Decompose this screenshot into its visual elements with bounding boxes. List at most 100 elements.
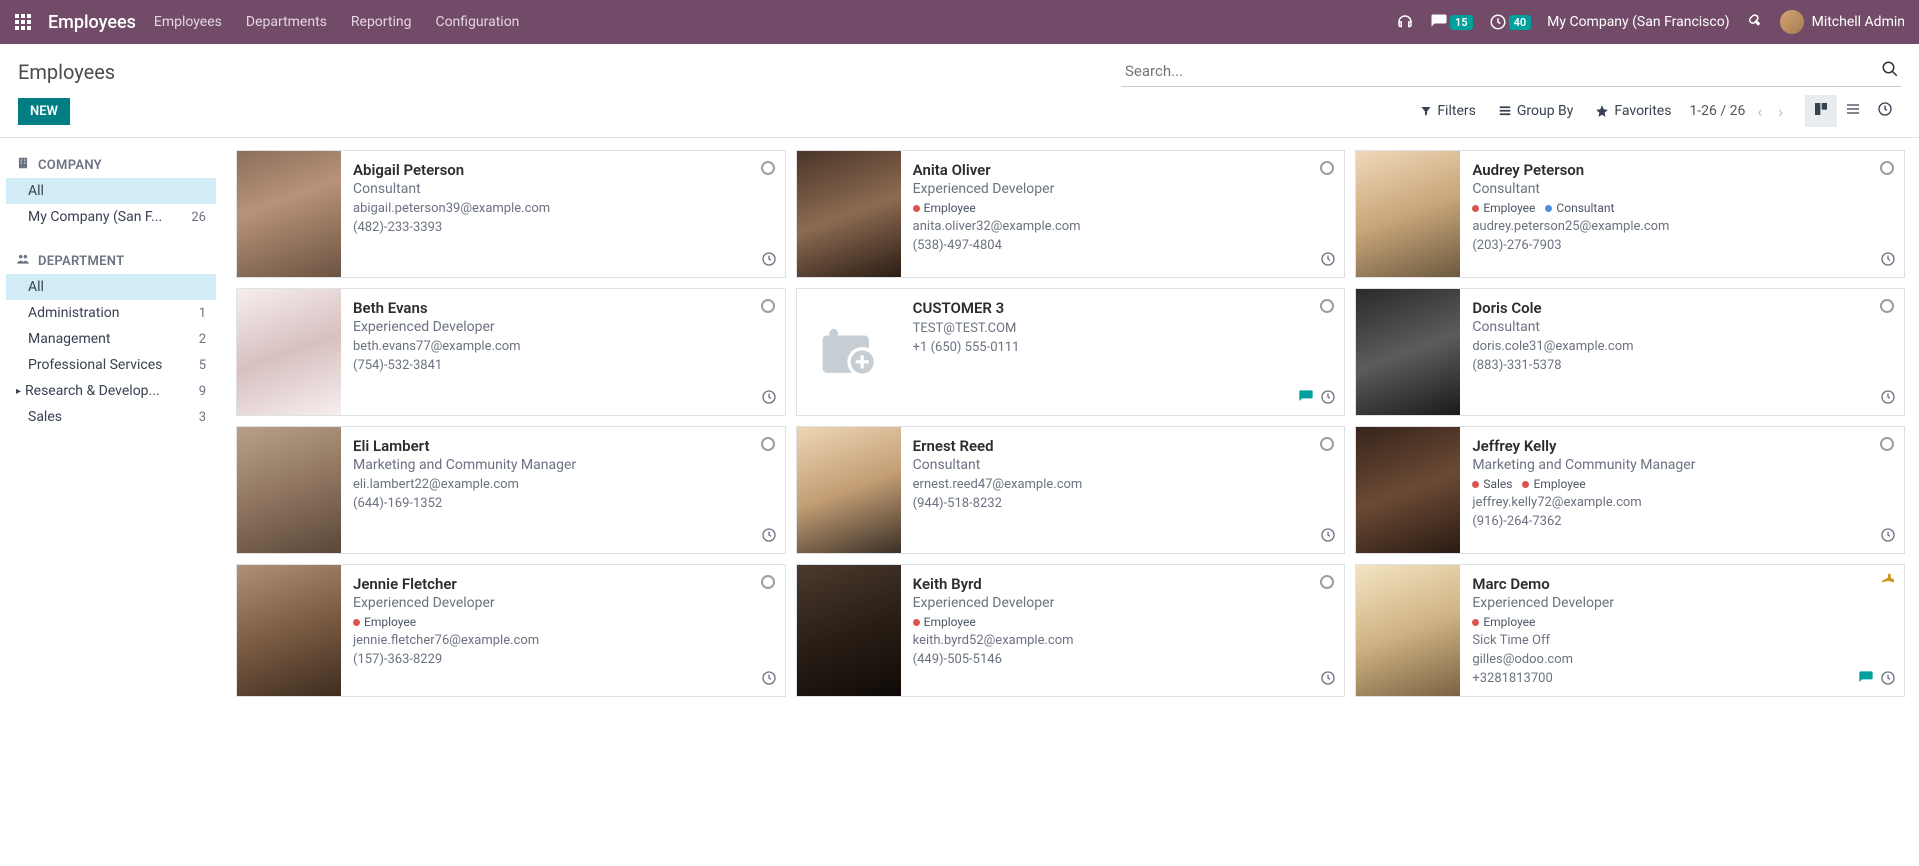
tag: Employee xyxy=(913,615,976,629)
presence-ring[interactable] xyxy=(761,575,775,589)
user-menu[interactable]: Mitchell Admin xyxy=(1780,10,1905,34)
employee-phone: +3281813700 xyxy=(1472,671,1892,686)
activity-icon[interactable] xyxy=(1880,251,1896,271)
filters-button[interactable]: Filters xyxy=(1420,103,1476,119)
employee-card[interactable]: CUSTOMER 3TEST@TEST.COM+1 (650) 555-0111 xyxy=(796,288,1346,416)
tag: Employee xyxy=(353,615,416,629)
sidebar-item[interactable]: My Company (San F...26 xyxy=(6,204,216,230)
messages-icon[interactable]: 15 xyxy=(1430,13,1473,31)
employee-email: ernest.reed47@example.com xyxy=(913,477,1333,492)
menu-configuration[interactable]: Configuration xyxy=(435,14,519,30)
employee-card[interactable]: Abigail PetersonConsultantabigail.peters… xyxy=(236,150,786,278)
card-body: Doris ColeConsultantdoris.cole31@example… xyxy=(1460,289,1904,415)
employee-job: Experienced Developer xyxy=(353,319,773,335)
employee-card[interactable]: Beth EvansExperienced Developerbeth.evan… xyxy=(236,288,786,416)
employee-card[interactable]: Keith ByrdExperienced DeveloperEmployeek… xyxy=(796,564,1346,697)
kanban-grid: Abigail PetersonConsultantabigail.peters… xyxy=(236,150,1905,697)
company-switcher[interactable]: My Company (San Francisco) xyxy=(1547,14,1729,30)
tag-label: Consultant xyxy=(1556,201,1614,215)
card-footer-icons xyxy=(761,251,777,271)
employee-name: Audrey Peterson xyxy=(1472,161,1892,179)
content-area: Abigail PetersonConsultantabigail.peters… xyxy=(222,138,1919,866)
search-bar[interactable] xyxy=(1121,56,1901,87)
search-icon[interactable] xyxy=(1881,60,1899,82)
pager: 1-26 / 26 ‹ › xyxy=(1689,102,1787,121)
building-icon xyxy=(16,156,30,174)
debug-icon[interactable] xyxy=(1746,11,1764,33)
menu-employees[interactable]: Employees xyxy=(154,14,222,30)
search-input[interactable] xyxy=(1121,56,1901,86)
employee-card[interactable]: Doris ColeConsultantdoris.cole31@example… xyxy=(1355,288,1905,416)
employee-card[interactable]: Anita OliverExperienced DeveloperEmploye… xyxy=(796,150,1346,278)
groupby-button[interactable]: Group By xyxy=(1498,103,1574,119)
employee-name: Keith Byrd xyxy=(913,575,1333,593)
employee-card[interactable]: Marc DemoExperienced DeveloperEmployeeSi… xyxy=(1355,564,1905,697)
sidebar: COMPANY AllMy Company (San F...26 DEPART… xyxy=(0,138,222,866)
presence-ring[interactable] xyxy=(1880,437,1894,451)
activity-icon[interactable] xyxy=(761,527,777,547)
presence-ring[interactable] xyxy=(761,437,775,451)
activity-icon[interactable] xyxy=(761,670,777,690)
employee-job: Experienced Developer xyxy=(1472,595,1892,611)
sidebar-item[interactable]: Sales3 xyxy=(6,404,216,430)
app-brand[interactable]: Employees xyxy=(48,12,136,33)
tag: Employee xyxy=(1472,615,1535,629)
favorites-button[interactable]: Favorites xyxy=(1595,103,1671,119)
activity-icon[interactable] xyxy=(1320,389,1336,409)
activity-icon[interactable] xyxy=(1880,670,1896,690)
employee-email: TEST@TEST.COM xyxy=(913,321,1333,336)
company-header: COMPANY xyxy=(6,152,216,178)
sidebar-item[interactable]: ▸Research & Develop...9 xyxy=(6,378,216,404)
activity-icon[interactable] xyxy=(1320,251,1336,271)
activity-icon[interactable] xyxy=(1320,527,1336,547)
voip-icon[interactable] xyxy=(1396,13,1414,31)
nav-right: 15 40 My Company (San Francisco) Mitchel… xyxy=(1396,10,1905,34)
sidebar-item[interactable]: All xyxy=(6,274,216,300)
message-icon[interactable] xyxy=(1298,389,1314,409)
sidebar-item-count: 5 xyxy=(199,358,206,373)
employee-tags: EmployeeConsultant xyxy=(1472,201,1892,215)
tag-dot xyxy=(1472,205,1479,212)
presence-ring[interactable] xyxy=(1880,161,1894,175)
presence-ring[interactable] xyxy=(761,161,775,175)
apps-icon[interactable] xyxy=(14,13,32,31)
activity-icon[interactable] xyxy=(761,389,777,409)
card-body: Marc DemoExperienced DeveloperEmployeeSi… xyxy=(1460,565,1904,696)
activity-icon[interactable] xyxy=(1320,670,1336,690)
employee-job: Experienced Developer xyxy=(913,181,1333,197)
new-button[interactable]: NEW xyxy=(18,98,70,125)
activity-icon[interactable] xyxy=(1880,389,1896,409)
employee-card[interactable]: Jennie FletcherExperienced DeveloperEmpl… xyxy=(236,564,786,697)
employee-card[interactable]: Audrey Peterson ConsultantEmployeeConsult… xyxy=(1355,150,1905,278)
employee-phone: (482)-233-3393 xyxy=(353,220,773,235)
kanban-view-button[interactable] xyxy=(1805,95,1837,127)
presence-ring[interactable] xyxy=(761,299,775,313)
employee-card[interactable]: Ernest ReedConsultanternest.reed47@examp… xyxy=(796,426,1346,554)
menu-reporting[interactable]: Reporting xyxy=(351,14,412,30)
pager-next[interactable]: › xyxy=(1774,102,1787,121)
sidebar-item[interactable]: Administration1 xyxy=(6,300,216,326)
message-icon[interactable] xyxy=(1858,670,1874,690)
employee-tags: Employee xyxy=(913,615,1333,629)
presence-ring[interactable] xyxy=(1880,299,1894,313)
activities-icon[interactable]: 40 xyxy=(1489,13,1532,31)
list-view-button[interactable] xyxy=(1837,95,1869,127)
card-footer-icons xyxy=(1320,251,1336,271)
employee-tags: Employee xyxy=(1472,615,1892,629)
view-switcher xyxy=(1805,95,1901,127)
pager-prev[interactable]: ‹ xyxy=(1753,102,1766,121)
sidebar-item[interactable]: All xyxy=(6,178,216,204)
menu-departments[interactable]: Departments xyxy=(246,14,327,30)
sidebar-item[interactable]: Professional Services5 xyxy=(6,352,216,378)
employee-email: eli.lambert22@example.com xyxy=(353,477,773,492)
activity-view-button[interactable] xyxy=(1869,95,1901,127)
employee-email: gilles@odoo.com xyxy=(1472,652,1892,667)
activity-icon[interactable] xyxy=(761,251,777,271)
tag-label: Employee xyxy=(924,615,976,629)
employee-card[interactable]: Jeffrey KellyMarketing and Community Man… xyxy=(1355,426,1905,554)
sidebar-item[interactable]: Management2 xyxy=(6,326,216,352)
card-footer-icons xyxy=(1880,251,1896,271)
activity-icon[interactable] xyxy=(1880,527,1896,547)
caret-icon: ▸ xyxy=(16,386,21,397)
employee-card[interactable]: Eli LambertMarketing and Community Manag… xyxy=(236,426,786,554)
